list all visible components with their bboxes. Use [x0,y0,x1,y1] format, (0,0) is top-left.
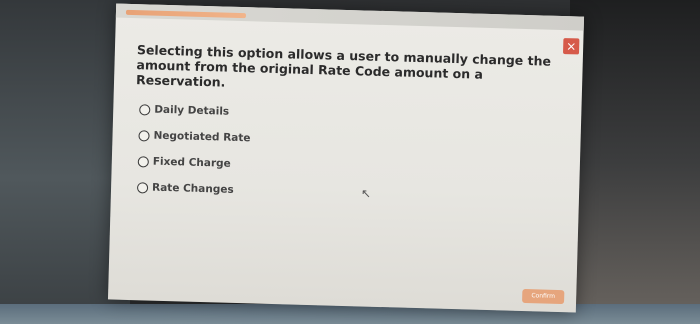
option-fixed-charge[interactable]: Fixed Charge [137,148,250,177]
option-label: Rate Changes [151,181,234,196]
question-dialog: × Selecting this option allows a user to… [107,3,585,313]
radio-button-icon[interactable] [136,181,149,193]
radio-button-icon[interactable] [138,129,150,142]
answer-options: Daily Details Negotiated Rate Fixed Char… [136,96,252,203]
option-label: Fixed Charge [152,155,231,170]
mouse-cursor-icon: ↖ [360,186,372,201]
dialog-topbar [115,3,585,31]
option-negotiated-rate[interactable]: Negotiated Rate [138,122,251,151]
close-icon[interactable]: × [562,38,580,55]
accent-stripe [125,9,247,19]
confirm-button[interactable]: Confirm [522,288,565,305]
option-daily-details[interactable]: Daily Details [139,96,252,125]
taskbar [0,304,700,324]
option-rate-changes[interactable]: Rate Changes [136,174,250,203]
option-label: Daily Details [154,103,230,118]
radio-button-icon[interactable] [137,155,149,167]
radio-button-icon[interactable] [139,103,151,116]
question-text: Selecting this option allows a user to m… [135,42,552,90]
monitor-right-backdrop [570,0,700,324]
option-label: Negotiated Rate [153,129,251,145]
